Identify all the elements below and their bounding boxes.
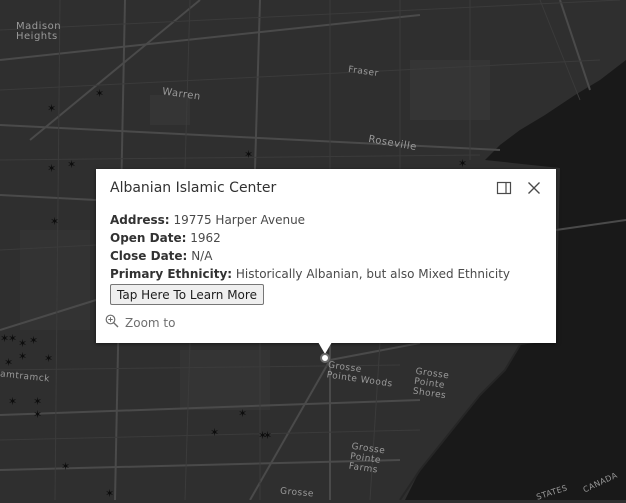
field-address: Address: 19775 Harper Avenue [110, 211, 510, 229]
map-marker: ✶ [33, 395, 42, 408]
dock-icon[interactable] [496, 180, 512, 196]
zoom-to-label: Zoom to [125, 315, 176, 330]
zoom-to-action[interactable]: Zoom to [105, 314, 175, 331]
learn-more-button[interactable]: Tap Here To Learn More [110, 284, 264, 305]
map-marker: ✶ [95, 87, 104, 100]
field-primary-ethnicity: Primary Ethnicity: Historically Albanian… [110, 265, 510, 283]
field-label: Primary Ethnicity: [110, 267, 233, 281]
field-value: 1962 [190, 231, 221, 245]
label-grosse-pointe-shores: Grosse Pointe Shores [412, 366, 450, 402]
popup-content: Address: 19775 Harper Avenue Open Date: … [110, 211, 510, 305]
map-marker: ✶ [105, 487, 114, 500]
map-marker: ✶ [67, 158, 76, 171]
field-label: Close Date: [110, 249, 188, 263]
map-marker: ✶ [61, 460, 70, 473]
map-marker: ✶ [8, 332, 17, 345]
map-marker: ✶ [47, 162, 56, 175]
field-label: Address: [110, 213, 170, 227]
selected-location-pin[interactable] [320, 353, 330, 363]
popup-title: Albanian Islamic Center [110, 180, 277, 196]
label-madison-heights: Madison Heights [16, 21, 62, 42]
map-marker: ✶ [244, 148, 253, 161]
map-marker: ✶ [8, 395, 17, 408]
field-close-date: Close Date: N/A [110, 247, 510, 265]
field-value: Historically Albanian, but also Mixed Et… [235, 267, 511, 281]
popup-actions [496, 180, 542, 196]
info-popup: Albanian Islamic Center Address: 19775 H… [96, 169, 556, 343]
map-marker: ✶ [47, 102, 56, 115]
map-marker: ✶ [263, 429, 272, 442]
field-value: N/A [191, 249, 213, 263]
map-marker: ✶ [4, 356, 13, 369]
map-marker: ✶ [50, 215, 59, 228]
map-marker: ✶ [238, 407, 247, 420]
field-open-date: Open Date: 1962 [110, 229, 510, 247]
map-marker: ✶ [33, 408, 42, 421]
zoom-in-icon [105, 314, 119, 331]
field-label: Open Date: [110, 231, 187, 245]
label-grosse-pointe-farms: Grosse Pointe Farms [348, 441, 386, 476]
field-value: 19775 Harper Avenue [173, 213, 306, 227]
map-marker: ✶ [18, 337, 27, 350]
map-marker: ✶ [18, 350, 27, 363]
map-marker: ✶ [44, 352, 53, 365]
close-icon[interactable] [526, 180, 542, 196]
map-marker: ✶ [210, 426, 219, 439]
map-marker: ✶ [29, 334, 38, 347]
